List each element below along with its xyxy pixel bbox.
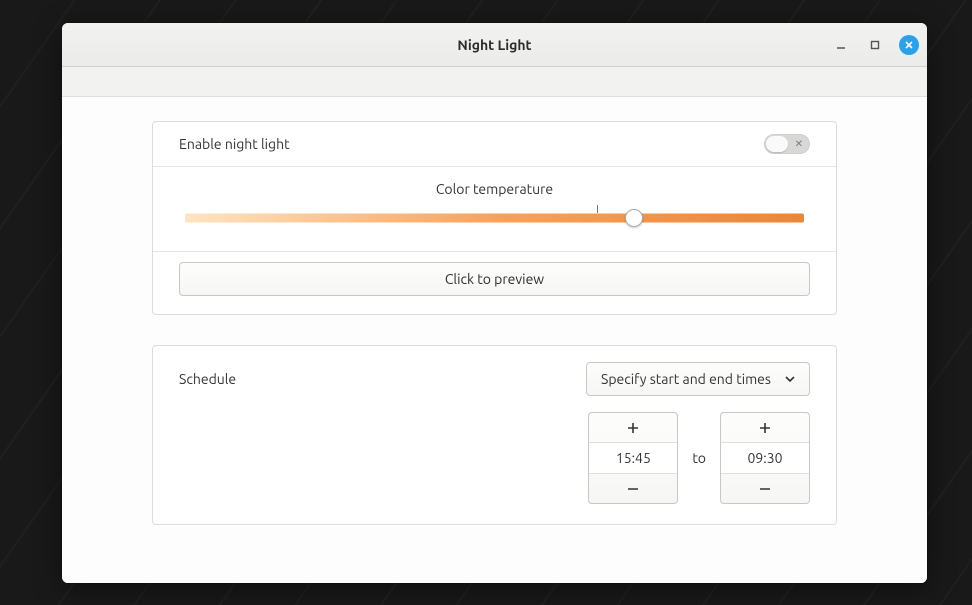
- preview-button[interactable]: Click to preview: [179, 262, 810, 296]
- slider-track: [185, 214, 804, 223]
- close-button[interactable]: [899, 35, 919, 55]
- toggle-off-icon: ✕: [795, 138, 803, 150]
- color-temperature-row: Color temperature: [153, 167, 836, 252]
- minus-icon: [626, 482, 640, 496]
- enable-night-light-label: Enable night light: [179, 136, 290, 152]
- enable-row: Enable night light ✕: [153, 122, 836, 167]
- color-temperature-label: Color temperature: [179, 181, 810, 197]
- slider-thumb[interactable]: [625, 209, 643, 227]
- schedule-mode-value: Specify start and end times: [601, 371, 771, 387]
- start-time-stepper: 15:45: [588, 412, 678, 504]
- header-strip: [62, 67, 927, 97]
- window-controls: [831, 23, 919, 66]
- schedule-mode-dropdown[interactable]: Specify start and end times: [586, 362, 810, 396]
- color-temperature-slider[interactable]: [185, 207, 804, 229]
- preview-button-label: Click to preview: [445, 271, 544, 287]
- start-time-decrement[interactable]: [589, 473, 677, 503]
- night-light-window: Night Light Enable night light ✕: [62, 23, 927, 583]
- end-time-stepper: 09:30: [720, 412, 810, 504]
- schedule-row: Schedule Specify start and end times: [153, 346, 836, 412]
- toggle-knob: [766, 136, 788, 152]
- end-time-increment[interactable]: [721, 413, 809, 443]
- window-title: Night Light: [457, 37, 531, 53]
- to-label: to: [692, 450, 706, 466]
- start-time-increment[interactable]: [589, 413, 677, 443]
- plus-icon: [626, 421, 640, 435]
- end-time-decrement[interactable]: [721, 473, 809, 503]
- end-time-value[interactable]: 09:30: [721, 443, 809, 473]
- titlebar[interactable]: Night Light: [62, 23, 927, 67]
- schedule-times-row: 15:45 to 09:30: [153, 412, 836, 524]
- minus-icon: [758, 482, 772, 496]
- slider-tick: [597, 205, 598, 213]
- start-time-value[interactable]: 15:45: [589, 443, 677, 473]
- minimize-button[interactable]: [831, 35, 851, 55]
- plus-icon: [758, 421, 772, 435]
- color-temperature-panel: Enable night light ✕ Color temperature C…: [152, 121, 837, 315]
- maximize-button[interactable]: [865, 35, 885, 55]
- schedule-panel: Schedule Specify start and end times 15:…: [152, 345, 837, 525]
- preview-row: Click to preview: [153, 252, 836, 314]
- minimize-icon: [835, 39, 847, 51]
- enable-night-light-toggle[interactable]: ✕: [764, 134, 810, 154]
- close-icon: [904, 40, 914, 50]
- schedule-label: Schedule: [179, 371, 236, 387]
- maximize-icon: [869, 39, 881, 51]
- chevron-down-icon: [785, 376, 795, 382]
- content-area: Enable night light ✕ Color temperature C…: [62, 97, 927, 583]
